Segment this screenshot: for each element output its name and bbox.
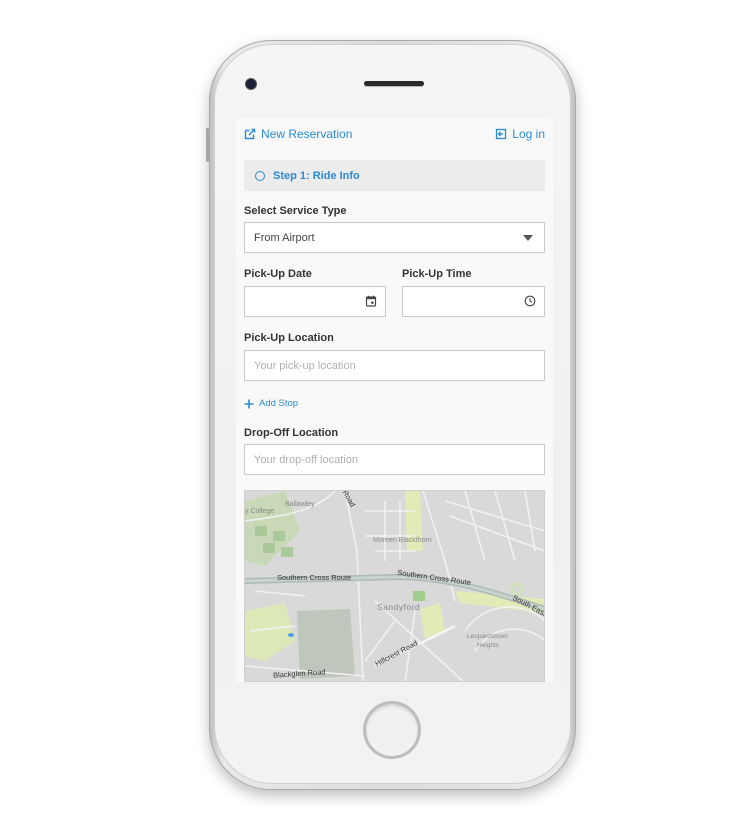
new-reservation-link[interactable]: New Reservation bbox=[244, 127, 352, 141]
pickup-location-label: Pick-Up Location bbox=[244, 332, 334, 344]
pickup-date-field[interactable] bbox=[244, 286, 386, 317]
dropoff-location-field[interactable] bbox=[244, 444, 545, 475]
new-reservation-label: New Reservation bbox=[261, 127, 353, 141]
earpiece-speaker bbox=[364, 81, 424, 86]
route-map[interactable]: y College Ballawley Road Moreen Blacktho… bbox=[244, 490, 545, 682]
step-status-circle-icon bbox=[255, 170, 265, 181]
service-type-value: From Airport bbox=[254, 231, 315, 244]
add-stop-button[interactable]: Add Stop bbox=[244, 398, 298, 409]
map-label-ballawley: Ballawley bbox=[285, 501, 315, 508]
map-label-sandyford: Sandyford bbox=[377, 602, 421, 612]
login-icon bbox=[496, 128, 507, 140]
dropdown-caret-icon bbox=[523, 234, 533, 241]
calendar-icon[interactable] bbox=[365, 295, 377, 307]
pickup-date-input[interactable] bbox=[245, 295, 385, 308]
map-label-heights: Heights bbox=[477, 642, 500, 649]
login-label: Log in bbox=[512, 127, 545, 141]
map-label-college: y College bbox=[245, 508, 275, 515]
map-label-southern-cross-left: Southern Cross Route bbox=[277, 573, 352, 582]
pickup-location-field[interactable] bbox=[244, 350, 545, 381]
pickup-time-label: Pick-Up Time bbox=[402, 268, 472, 280]
top-nav: New Reservation Log in bbox=[236, 118, 553, 152]
dropoff-location-input[interactable] bbox=[245, 453, 544, 466]
pickup-time-input[interactable] bbox=[403, 295, 544, 308]
pickup-time-field[interactable] bbox=[402, 286, 545, 317]
clock-icon[interactable] bbox=[524, 295, 536, 307]
service-type-label: Select Service Type bbox=[244, 205, 347, 217]
external-edit-icon bbox=[244, 128, 256, 140]
app-screen: New Reservation Log in Step 1: Ride Info… bbox=[236, 118, 553, 682]
pickup-date-label: Pick-Up Date bbox=[244, 268, 312, 280]
home-button[interactable] bbox=[366, 704, 418, 756]
service-type-select[interactable]: From Airport bbox=[244, 222, 545, 253]
add-stop-label: Add Stop bbox=[259, 398, 299, 409]
step-header[interactable]: Step 1: Ride Info bbox=[244, 160, 545, 191]
map-label-moreen: Moreen Blackthorn bbox=[373, 537, 432, 544]
dropoff-location-label: Drop-Off Location bbox=[244, 427, 339, 439]
login-link[interactable]: Log in bbox=[495, 127, 545, 141]
pickup-location-input[interactable] bbox=[245, 359, 544, 372]
front-camera bbox=[246, 79, 256, 89]
step-label: Step 1: Ride Info bbox=[273, 169, 360, 182]
plus-icon bbox=[244, 399, 254, 408]
map-label-leopardstown: Leopardstown bbox=[467, 633, 508, 640]
